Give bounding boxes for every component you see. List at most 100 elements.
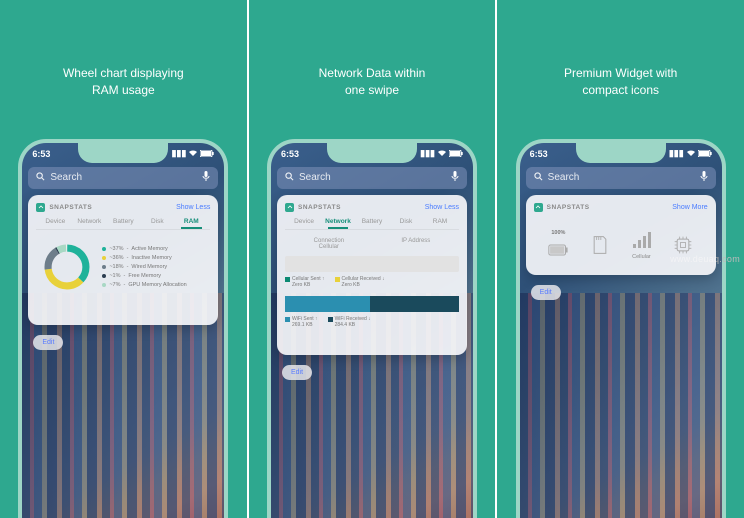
notch	[576, 143, 666, 163]
legend-row: ~36% - Inactive Memory	[102, 255, 186, 261]
tab-device[interactable]: Device	[38, 218, 72, 225]
memory-stat	[590, 235, 610, 255]
status-icons: ▮▮▮	[171, 148, 214, 159]
search-placeholder: Search	[50, 172, 82, 183]
search-icon	[36, 172, 45, 184]
cellular-bars-icon	[631, 230, 651, 250]
tab-battery[interactable]: Battery	[106, 218, 140, 225]
dot-icon	[102, 265, 106, 269]
caption: Premium Widget with compact icons	[564, 65, 677, 99]
show-less-link[interactable]: Show Less	[176, 204, 210, 211]
snapstats-widget: SNAPSTATS Show Less Device Network Batte…	[28, 195, 218, 325]
square-icon	[285, 317, 290, 322]
tab-ram[interactable]: RAM	[174, 218, 208, 225]
network-subtabs: Connection Cellular IP Address	[285, 238, 459, 250]
time: 6:53	[530, 149, 548, 159]
panel-network: Network Data within one swipe 6:53 ▮▮▮ S…	[249, 0, 498, 518]
signal-icon: ▮▮▮	[420, 148, 435, 159]
battery-icon	[449, 149, 463, 159]
cellular-legend: Cellular Sent ↑Zero KB Cellular Received…	[285, 276, 459, 288]
app-store-screenshots: Wheel chart displaying RAM usage 6:53 ▮▮…	[0, 0, 744, 518]
ram-content: ~37% - Active Memory ~36% - Inactive Mem…	[36, 238, 210, 296]
notch	[327, 143, 417, 163]
phone-frame: 6:53 ▮▮▮ Search	[18, 139, 228, 518]
status-icons: ▮▮▮	[420, 148, 463, 159]
legend-row: ~1% - Free Memory	[102, 273, 186, 279]
subtab-ip[interactable]: IP Address	[401, 238, 430, 250]
mic-icon[interactable]	[451, 171, 459, 184]
edit-button[interactable]: Edit	[531, 285, 561, 300]
square-icon	[335, 277, 340, 282]
dot-icon	[102, 274, 106, 278]
widget-tabs: Device Network Battery Disk RAM	[36, 218, 210, 230]
wifi-icon	[188, 149, 198, 159]
widget-title: SNAPSTATS	[49, 204, 92, 211]
snapstats-widget: SNAPSTATS Show More 100% Cellular	[526, 195, 716, 275]
memory-card-icon	[590, 235, 610, 255]
square-icon	[328, 317, 333, 322]
legend-row: ~7% - GPU Memory Allocation	[102, 282, 186, 288]
legend-row: ~37% - Active Memory	[102, 246, 186, 252]
battery-icon	[698, 149, 712, 159]
caption: Wheel chart displaying RAM usage	[63, 65, 184, 99]
edit-button[interactable]: Edit	[33, 335, 63, 350]
city-bg	[520, 293, 722, 518]
ram-donut-chart	[42, 242, 92, 292]
wifi-icon	[686, 149, 696, 159]
signal-icon: ▮▮▮	[669, 148, 684, 159]
app-icon	[285, 203, 294, 212]
edit-button[interactable]: Edit	[282, 365, 312, 380]
tab-battery[interactable]: Battery	[355, 218, 389, 225]
legend-row: ~18% - Wired Memory	[102, 264, 186, 270]
phone-frame: 6:53 ▮▮▮ Search SNAPSTATS Show Less	[267, 139, 477, 518]
mic-icon[interactable]	[700, 171, 708, 184]
show-more-link[interactable]: Show More	[672, 204, 707, 211]
battery-icon	[200, 149, 214, 159]
caption: Network Data within one swipe	[319, 65, 426, 99]
dot-icon	[102, 283, 106, 287]
panel-compact: Premium Widget with compact icons 6:53 ▮…	[497, 0, 744, 518]
battery-outline-icon	[548, 240, 568, 260]
wifi-icon	[437, 149, 447, 159]
notch	[78, 143, 168, 163]
search-placeholder: Search	[299, 172, 331, 183]
wifi-legend: WiFi Sent ↑269.1 KB WiFi Received ↓284.4…	[285, 316, 459, 328]
search-icon	[285, 172, 294, 184]
signal-icon: ▮▮▮	[171, 148, 186, 159]
search-bar[interactable]: Search	[277, 167, 467, 189]
tab-device[interactable]: Device	[287, 218, 321, 225]
cpu-stat	[673, 235, 693, 255]
time: 6:53	[32, 149, 50, 159]
search-bar[interactable]: Search	[526, 167, 716, 189]
search-bar[interactable]: Search	[28, 167, 218, 189]
ram-legend: ~37% - Active Memory ~36% - Inactive Mem…	[102, 246, 186, 288]
compact-icons: 100% Cellular	[534, 218, 708, 272]
tab-disk[interactable]: Disk	[389, 218, 423, 225]
snapstats-widget: SNAPSTATS Show Less Device Network Batte…	[277, 195, 467, 355]
cpu-chip-icon	[673, 235, 693, 255]
cellular-stat: Cellular	[631, 230, 651, 260]
subtab-connection[interactable]: Connection Cellular	[314, 238, 344, 250]
show-less-link[interactable]: Show Less	[425, 204, 459, 211]
app-icon	[36, 203, 45, 212]
widget-title: SNAPSTATS	[547, 204, 590, 211]
time: 6:53	[281, 149, 299, 159]
search-icon	[534, 172, 543, 184]
app-icon	[534, 203, 543, 212]
tab-ram[interactable]: RAM	[423, 218, 457, 225]
dot-icon	[102, 256, 106, 260]
widget-tabs: Device Network Battery Disk RAM	[285, 218, 459, 230]
mic-icon[interactable]	[202, 171, 210, 184]
battery-stat: 100%	[548, 230, 568, 260]
tab-disk[interactable]: Disk	[140, 218, 174, 225]
dot-icon	[102, 247, 106, 251]
status-icons: ▮▮▮	[669, 148, 712, 159]
square-icon	[285, 277, 290, 282]
tab-network[interactable]: Network	[321, 218, 355, 225]
tab-network[interactable]: Network	[72, 218, 106, 225]
city-bg	[22, 293, 224, 518]
phone-frame: 6:53 ▮▮▮ Search SNAPSTATS Show More	[516, 139, 726, 518]
panel-ram: Wheel chart displaying RAM usage 6:53 ▮▮…	[0, 0, 249, 518]
widget-title: SNAPSTATS	[298, 204, 341, 211]
cellular-bar	[285, 256, 459, 272]
